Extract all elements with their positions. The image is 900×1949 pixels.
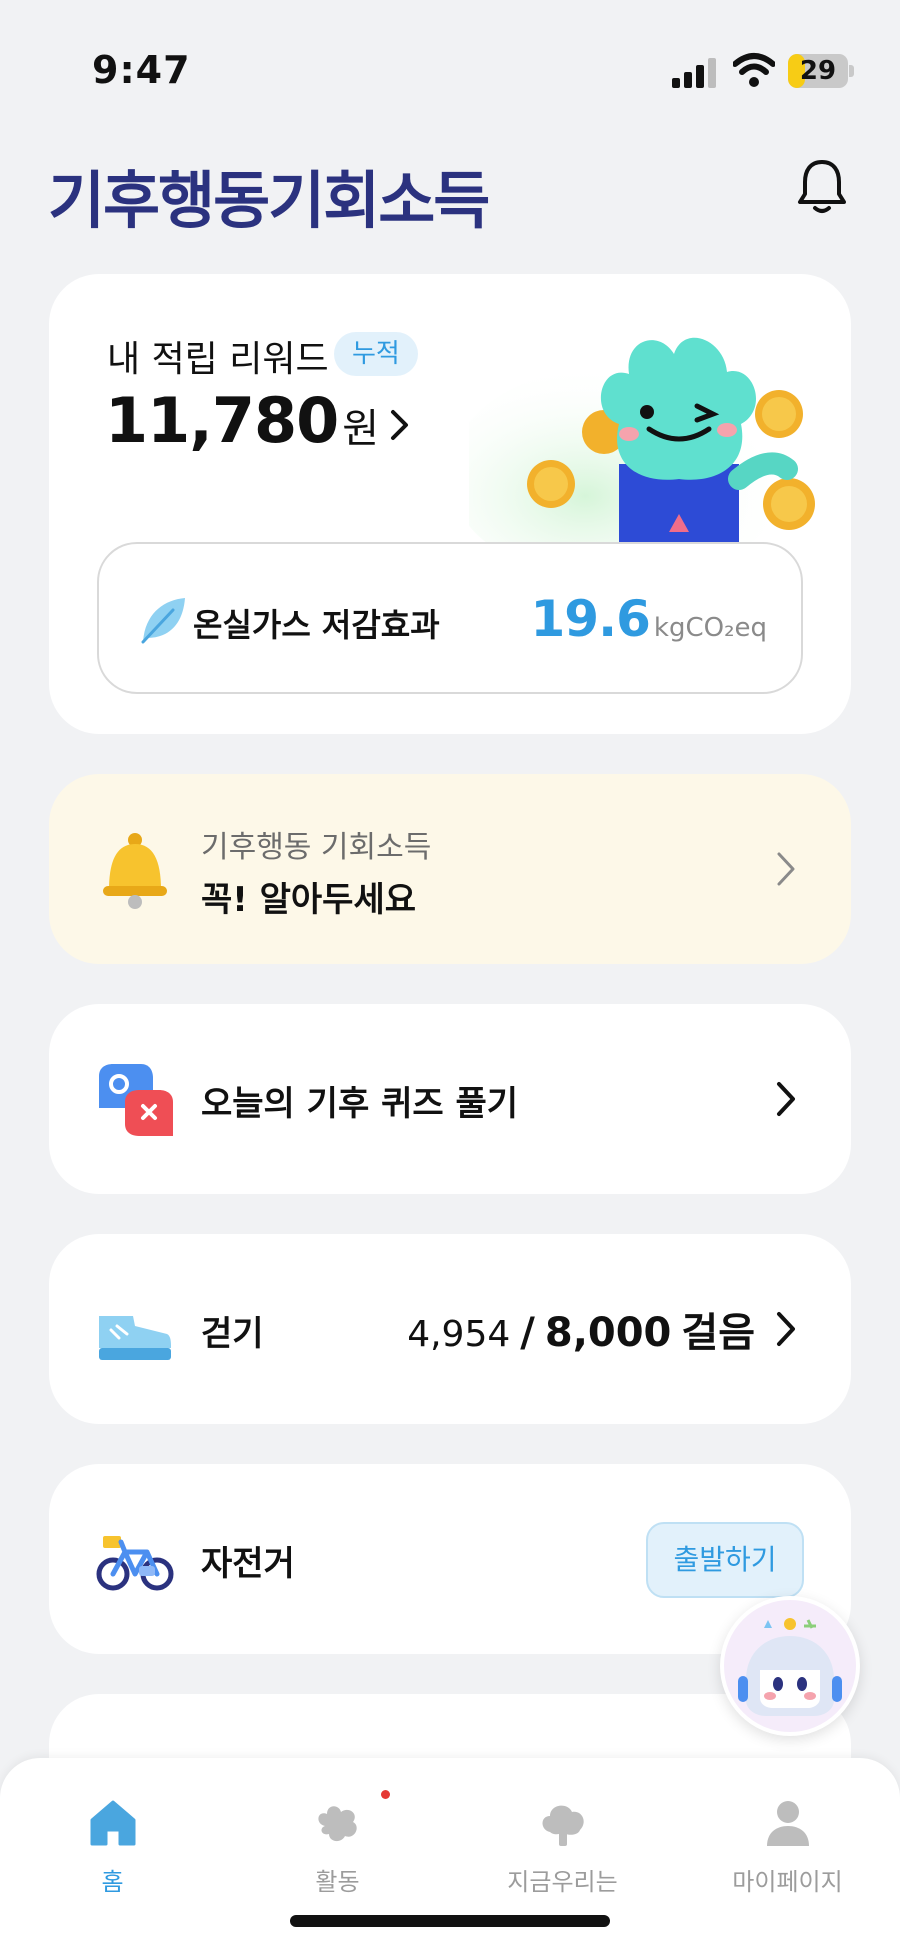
leaf-icon	[141, 598, 185, 644]
chevron-right-icon	[391, 410, 409, 440]
tab-activity[interactable]: 활동	[225, 1796, 450, 1897]
reward-title: 내 적립 리워드	[107, 339, 329, 380]
current-steps: 4,954	[407, 1314, 511, 1355]
status-bar: 9:47 29	[0, 0, 900, 130]
ghg-value-unit: kgCO₂eq	[653, 613, 767, 643]
sneaker-icon	[99, 1316, 171, 1360]
tab-home[interactable]: 홈	[0, 1796, 225, 1897]
reward-amount[interactable]: 11,780 원	[105, 384, 411, 457]
steps-separator: /	[520, 1310, 535, 1356]
ghg-reduction-box: 온실가스 저감효과 19.6 kgCO₂eq	[97, 542, 803, 694]
robot-mascot-icon	[738, 1618, 842, 1716]
walking-label: 걷기	[201, 1314, 264, 1354]
tab-activity-label: 활동	[315, 1868, 360, 1896]
activity-icon	[317, 1806, 357, 1842]
goal-steps: 8,000	[544, 1310, 672, 1356]
steps-unit: 걸음	[681, 1310, 755, 1356]
ghg-value: 19.6 kgCO₂eq	[531, 590, 767, 648]
reward-amount-unit: 원	[342, 406, 380, 452]
chevron-right-icon	[777, 1082, 795, 1116]
tab-my-page-label: 마이페이지	[732, 1868, 843, 1896]
tab-now-we-label: 지금우리는	[507, 1868, 618, 1896]
wifi-icon	[733, 53, 775, 87]
bicycle-icon	[96, 1536, 174, 1591]
home-icon	[90, 1800, 135, 1846]
tree-icon	[542, 1805, 584, 1846]
tab-my-page[interactable]: 마이페이지	[675, 1796, 900, 1897]
notice-title: 꼭! 알아두세요	[201, 880, 417, 920]
quiz-label: 오늘의 기후 퀴즈 풀기	[201, 1084, 519, 1124]
chevron-right-icon	[777, 852, 795, 886]
notification-bell-icon[interactable]	[796, 158, 848, 216]
ghg-value-number: 19.6	[530, 590, 651, 648]
daily-quiz-card[interactable]: 오늘의 기후 퀴즈 풀기	[49, 1004, 851, 1194]
status-time: 9:47	[92, 48, 191, 92]
reward-amount-value: 11,780	[105, 384, 339, 457]
battery-level: 29	[799, 56, 837, 86]
alarm-bell-icon	[103, 833, 167, 909]
weather-assistant-button[interactable]	[720, 1596, 860, 1736]
depart-button[interactable]: 출발하기	[646, 1522, 804, 1598]
battery-indicator: 29	[788, 54, 854, 88]
bicycle-label: 자전거	[201, 1544, 295, 1584]
home-indicator	[290, 1915, 610, 1927]
app-logo: 기후행동기회소득	[48, 164, 490, 237]
quiz-ox-icon	[99, 1064, 173, 1136]
cellular-signal-icon	[672, 58, 716, 88]
new-activity-dot	[381, 1790, 390, 1799]
walking-card[interactable]: 걷기 4,954 / 8,000 걸음	[49, 1234, 851, 1424]
step-count: 4,954 / 8,000 걸음	[407, 1300, 755, 1358]
notice-card[interactable]: 기후행동 기회소득 꼭! 알아두세요	[49, 774, 851, 964]
tab-now-we[interactable]: 지금우리는	[450, 1796, 675, 1897]
ghg-label: 온실가스 저감효과	[193, 606, 440, 644]
mascot-illustration	[469, 337, 815, 560]
notice-subtitle: 기후행동 기회소득	[201, 830, 432, 865]
person-icon	[766, 1801, 809, 1846]
tab-home-label: 홈	[101, 1868, 124, 1896]
chevron-right-icon	[777, 1312, 795, 1346]
cumulative-badge: 누적	[334, 332, 418, 376]
bicycle-card[interactable]: 자전거 출발하기	[49, 1464, 851, 1654]
reward-card[interactable]: 내 적립 리워드 누적 11,780 원 온실가스 저감효과 19.6 kgCO…	[49, 274, 851, 734]
